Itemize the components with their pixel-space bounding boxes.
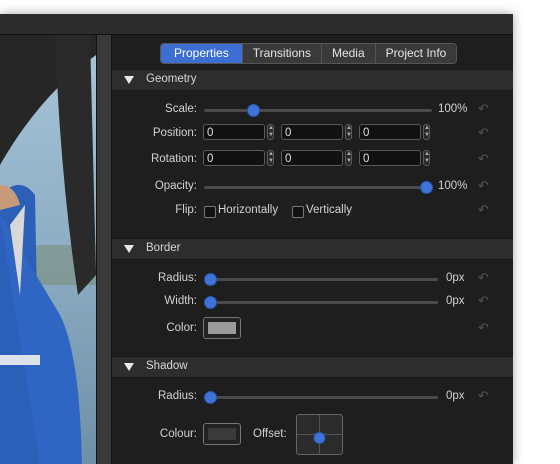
rotation-x-stepper[interactable]: ▲ ▼	[267, 150, 274, 166]
border-color-well[interactable]	[203, 317, 241, 339]
panel-splitter[interactable]	[96, 35, 112, 464]
disclosure-triangle-icon[interactable]	[124, 76, 134, 84]
flip-vertical-checkbox[interactable]	[292, 206, 304, 218]
border-color-label: Color:	[166, 322, 197, 334]
border-radius-slider-knob[interactable]	[204, 273, 217, 286]
position-x-field[interactable]: 0	[203, 124, 265, 140]
video-frame-image	[0, 35, 96, 464]
rotation-z-stepper[interactable]: ▲ ▼	[423, 150, 430, 166]
tab-project-info[interactable]: Project Info	[374, 44, 457, 63]
position-z-field[interactable]: 0	[359, 124, 421, 140]
video-preview	[0, 35, 96, 464]
scale-value: 100%	[438, 103, 468, 115]
border-width-value: 0px	[446, 295, 465, 307]
disclosure-triangle-icon[interactable]	[124, 363, 134, 371]
reset-arrow-icon[interactable]: ↶	[478, 388, 489, 404]
border-radius-slider-track[interactable]	[204, 278, 438, 281]
reset-arrow-icon[interactable]: ↶	[478, 125, 489, 141]
app-window: Properties Transitions Media Project Inf…	[0, 14, 513, 464]
position-x-stepper[interactable]: ▲ ▼	[267, 124, 274, 140]
border-width-slider-track[interactable]	[204, 301, 438, 304]
reset-arrow-icon[interactable]: ↶	[478, 151, 489, 167]
scale-label: Scale:	[165, 103, 197, 115]
flip-vertical-label[interactable]: Vertically	[306, 204, 352, 216]
tab-transitions[interactable]: Transitions	[241, 44, 321, 63]
rotation-y-stepper[interactable]: ▲ ▼	[345, 150, 352, 166]
rotation-x-field[interactable]: 0	[203, 150, 265, 166]
offset-crosshair-icon	[297, 415, 342, 454]
shadow-radius-slider-knob[interactable]	[204, 391, 217, 404]
shadow-colour-well[interactable]	[203, 423, 241, 445]
opacity-slider-track[interactable]	[204, 186, 432, 189]
shadow-offset-pad[interactable]	[296, 414, 343, 455]
border-section-header[interactable]: Border	[112, 238, 513, 260]
reset-arrow-icon[interactable]: ↶	[478, 293, 489, 309]
geometry-section-header[interactable]: Geometry	[112, 69, 513, 91]
rotation-z-field[interactable]: 0	[359, 150, 421, 166]
opacity-label: Opacity:	[154, 180, 197, 192]
shadow-offset-label: Offset:	[253, 428, 287, 440]
reset-arrow-icon[interactable]: ↶	[478, 178, 489, 194]
flip-horizontal-label[interactable]: Horizontally	[218, 204, 278, 216]
opacity-value: 100%	[438, 180, 468, 192]
scale-slider-track[interactable]	[204, 109, 432, 112]
shadow-colour-swatch	[208, 428, 236, 440]
inspector-panel: Properties Transitions Media Project Inf…	[112, 35, 513, 464]
border-width-slider-knob[interactable]	[204, 296, 217, 309]
rotation-label: Rotation:	[150, 153, 197, 165]
rotation-y-field[interactable]: 0	[281, 150, 343, 166]
shadow-radius-value: 0px	[446, 390, 465, 402]
border-color-swatch	[208, 322, 236, 334]
position-y-stepper[interactable]: ▲ ▼	[345, 124, 352, 140]
border-radius-label: Radius:	[158, 272, 197, 284]
shadow-radius-slider-track[interactable]	[204, 396, 438, 399]
reset-arrow-icon[interactable]: ↶	[478, 320, 489, 336]
inspector-tabs: Properties Transitions Media Project Inf…	[160, 43, 458, 64]
shadow-section-header[interactable]: Shadow	[112, 356, 513, 378]
tab-media[interactable]: Media	[320, 44, 375, 63]
position-z-stepper[interactable]: ▲ ▼	[423, 124, 430, 140]
reset-arrow-icon[interactable]: ↶	[478, 202, 489, 218]
flip-horizontal-checkbox[interactable]	[204, 206, 216, 218]
title-bar	[0, 14, 513, 35]
scale-slider-knob[interactable]	[247, 104, 261, 117]
flip-label: Flip:	[175, 204, 197, 216]
reset-arrow-icon[interactable]: ↶	[478, 101, 489, 117]
tab-properties[interactable]: Properties	[161, 44, 242, 63]
shadow-radius-label: Radius:	[158, 390, 197, 402]
shadow-title: Shadow	[146, 360, 188, 372]
border-title: Border	[146, 242, 181, 254]
position-y-field[interactable]: 0	[281, 124, 343, 140]
opacity-slider-knob[interactable]	[420, 181, 433, 194]
position-label: Position:	[152, 127, 197, 139]
disclosure-triangle-icon[interactable]	[124, 245, 134, 253]
geometry-title: Geometry	[146, 73, 197, 85]
border-width-label: Width:	[164, 295, 197, 307]
shadow-colour-label: Colour:	[159, 428, 197, 440]
reset-arrow-icon[interactable]: ↶	[478, 270, 489, 286]
border-radius-value: 0px	[446, 272, 465, 284]
